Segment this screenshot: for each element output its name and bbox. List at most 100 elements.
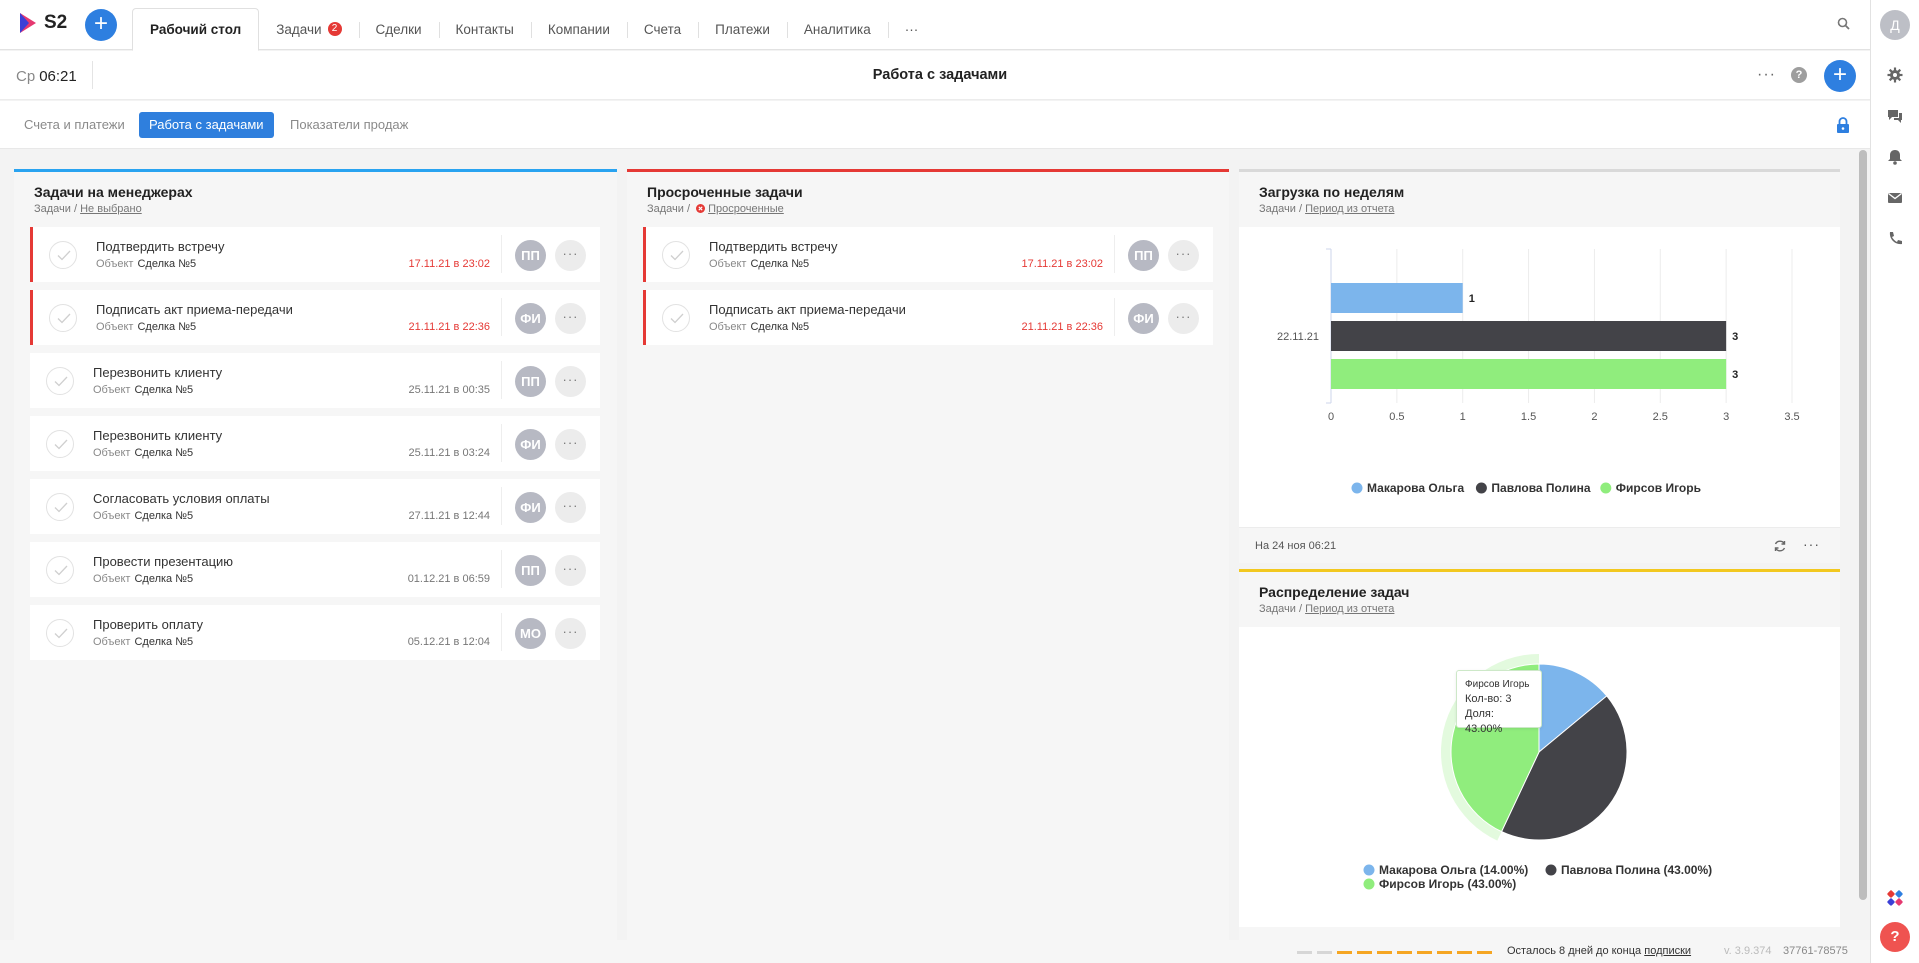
complete-checkbox[interactable]: [46, 556, 74, 584]
user-avatar[interactable]: Д: [1880, 10, 1910, 40]
assignee-avatar[interactable]: МО: [515, 618, 546, 649]
quick-add-button[interactable]: +: [85, 9, 117, 41]
complete-checkbox[interactable]: [46, 367, 74, 395]
more-button[interactable]: ···: [555, 618, 586, 649]
panel-title: Задачи на менеджерах: [34, 184, 193, 200]
complete-checkbox[interactable]: [49, 241, 77, 269]
more-icon[interactable]: ···: [1803, 537, 1820, 553]
task-row[interactable]: Подписать акт приема-передачи Объект Сделк…: [643, 290, 1213, 345]
add-widget-button[interactable]: +: [1824, 60, 1856, 92]
tab-contacts[interactable]: Контакты: [438, 8, 531, 50]
task-row[interactable]: Подписать акт приема-передачи Объект Сделк…: [30, 290, 600, 345]
assignee-avatar[interactable]: ПП: [515, 366, 546, 397]
complete-checkbox[interactable]: [46, 493, 74, 521]
filter-link[interactable]: Не выбрано: [80, 203, 142, 215]
more-button[interactable]: ···: [1168, 240, 1199, 271]
more-button[interactable]: ···: [555, 429, 586, 460]
subtab-sales-metrics[interactable]: Показатели продаж: [280, 112, 418, 138]
chat-icon[interactable]: [1886, 107, 1904, 125]
tab-deals[interactable]: Сделки: [358, 8, 439, 50]
assignee-avatar[interactable]: ФИ: [515, 429, 546, 460]
refresh-icon[interactable]: [1773, 539, 1787, 553]
task-row[interactable]: Перезвонить клиенту Объект Сделка №5 25.11.…: [30, 353, 600, 408]
bar-chart: 0 0.5 1 1.5 2 2.5 3 3.5 1 3 3 22.11.21 Макарова Ольг…: [1277, 248, 1800, 495]
help-icon[interactable]: ?: [1791, 67, 1807, 83]
tab-label: Компании: [547, 21, 610, 37]
category-label: 22.11.21: [1277, 331, 1319, 343]
bell-icon[interactable]: [1886, 148, 1904, 166]
more-button[interactable]: ···: [555, 366, 586, 397]
tab-desktop[interactable]: Рабочий стол: [132, 8, 260, 51]
assignee-avatar[interactable]: ФИ: [1128, 303, 1159, 334]
task-row[interactable]: Подтвердить встречу Объект Сделка №5 17.11.…: [30, 227, 600, 282]
object-link[interactable]: Сделка №5: [750, 321, 809, 333]
more-button[interactable]: ···: [555, 555, 586, 586]
assignee-avatar[interactable]: ПП: [515, 240, 546, 271]
object-link[interactable]: Сделка №5: [134, 447, 193, 459]
filter-link[interactable]: Период из отчета: [1305, 203, 1394, 215]
task-name[interactable]: Подписать акт приема-передачи: [96, 302, 293, 317]
subscription-link[interactable]: подписки: [1644, 945, 1691, 957]
check-icon: [57, 250, 71, 261]
gear-icon[interactable]: [1886, 66, 1904, 84]
task-row[interactable]: Провести презентацию Объект Сделка №5 01.12…: [30, 542, 600, 597]
help-button[interactable]: ?: [1880, 922, 1910, 952]
more-button[interactable]: ···: [555, 303, 586, 334]
subtab-invoices-payments[interactable]: Счета и платежи: [14, 112, 135, 138]
object-link[interactable]: Сделка №5: [134, 573, 193, 585]
task-name[interactable]: Перезвонить клиенту: [93, 428, 222, 443]
subtab-task-work[interactable]: Работа с задачами: [139, 112, 274, 138]
assignee-avatar[interactable]: ПП: [1128, 240, 1159, 271]
task-row[interactable]: Проверить оплату Объект Сделка №5 05.12.21 …: [30, 605, 600, 660]
more-button[interactable]: ···: [1168, 303, 1199, 334]
phone-icon[interactable]: [1886, 230, 1904, 248]
task-name[interactable]: Подтвердить встречу: [709, 239, 837, 254]
task-name[interactable]: Перезвонить клиенту: [93, 365, 222, 380]
tab-companies[interactable]: Компании: [530, 8, 627, 50]
assignee-avatar[interactable]: ФИ: [515, 492, 546, 523]
days-left: Осталось 8 дней до конца: [1507, 945, 1642, 957]
more-icon[interactable]: ···: [1757, 67, 1776, 83]
task-name[interactable]: Согласовать условия оплаты: [93, 491, 270, 506]
more-button[interactable]: ···: [555, 240, 586, 271]
tab-invoices[interactable]: Счета: [626, 8, 698, 50]
task-name[interactable]: Подписать акт приема-передачи: [709, 302, 906, 317]
scrollbar[interactable]: [1859, 150, 1867, 900]
object-label: Объект: [709, 321, 747, 333]
task-name[interactable]: Провести презентацию: [93, 554, 233, 569]
task-name[interactable]: Подтвердить встречу: [96, 239, 224, 254]
complete-checkbox[interactable]: [46, 430, 74, 458]
task-row[interactable]: Подтвердить встречу Объект Сделка №5 17.11.…: [643, 227, 1213, 282]
object-link[interactable]: Сделка №5: [134, 636, 193, 648]
divider: [501, 550, 502, 588]
tab-label: Контакты: [455, 21, 514, 37]
tab-payments[interactable]: Платежи: [698, 8, 787, 50]
object-link[interactable]: Сделка №5: [134, 384, 193, 396]
tab-analytics[interactable]: Аналитика: [786, 8, 888, 50]
filter-link[interactable]: Период из отчета: [1305, 603, 1394, 615]
task-name[interactable]: Проверить оплату: [93, 617, 203, 632]
filter-link[interactable]: Просроченные: [708, 203, 784, 215]
object-link[interactable]: Сделка №5: [134, 510, 193, 522]
object-link[interactable]: Сделка №5: [750, 258, 809, 270]
assignee-avatar[interactable]: ПП: [515, 555, 546, 586]
object-link[interactable]: Сделка №5: [137, 258, 196, 270]
search-icon[interactable]: [1836, 16, 1852, 32]
complete-checkbox[interactable]: [46, 619, 74, 647]
more-button[interactable]: ···: [555, 492, 586, 523]
tab-tasks[interactable]: Задачи 2: [259, 8, 358, 50]
task-row[interactable]: Согласовать условия оплаты Объект Сделка №…: [30, 479, 600, 534]
integrations-icon[interactable]: [1887, 890, 1903, 906]
bar: [1331, 283, 1463, 313]
complete-checkbox[interactable]: [662, 241, 690, 269]
lock-icon[interactable]: [1836, 117, 1850, 133]
task-row[interactable]: Перезвонить клиенту Объект Сделка №5 25.11.…: [30, 416, 600, 471]
assignee-avatar[interactable]: ФИ: [515, 303, 546, 334]
mail-icon[interactable]: [1886, 189, 1904, 207]
tab-more[interactable]: ···: [887, 8, 936, 50]
complete-checkbox[interactable]: [49, 304, 77, 332]
logo[interactable]: S2: [18, 12, 67, 34]
complete-checkbox[interactable]: [662, 304, 690, 332]
object-link[interactable]: Сделка №5: [137, 321, 196, 333]
check-icon: [670, 250, 684, 261]
